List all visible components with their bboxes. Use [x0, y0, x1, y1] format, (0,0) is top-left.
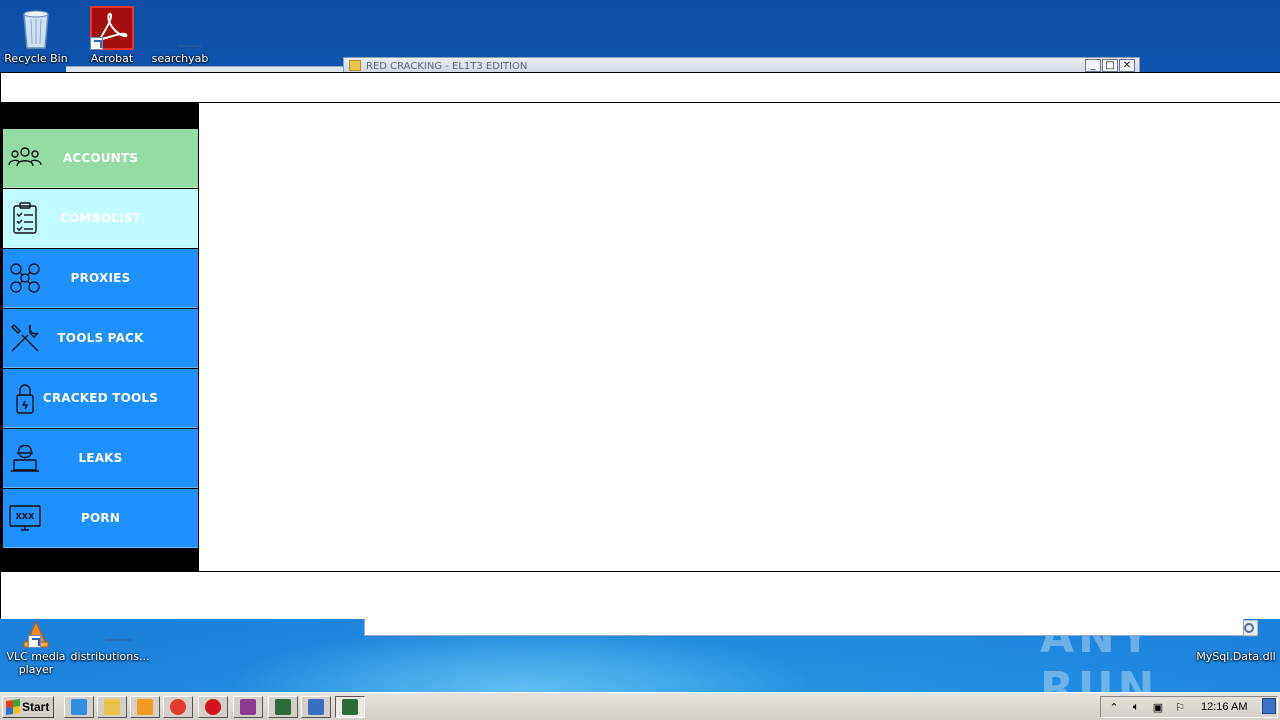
sidebar: ACCOUNTS COMBOLIST PROXIES TOOLS PACK CR… — [1, 103, 199, 571]
desktop-icon-distributions[interactable]: distributions... — [70, 620, 152, 663]
nav-item-combolist[interactable]: COMBOLIST — [3, 189, 198, 248]
recycle-bin-icon — [14, 6, 58, 50]
xxx-monitor-icon: XXX — [8, 501, 42, 535]
file-icon — [158, 6, 222, 50]
desktop-icon-recycle-bin[interactable]: Recycle Bin — [0, 6, 72, 65]
clock[interactable]: 12:16 AM — [1201, 701, 1247, 713]
taskbar-internet-explorer[interactable] — [64, 696, 94, 718]
nav-item-leaks[interactable]: LEAKS — [3, 429, 198, 488]
nav-item-accounts[interactable]: ACCOUNTS — [3, 129, 198, 188]
file-explorer-icon — [104, 699, 120, 715]
desktop-icon-vlc[interactable]: VLC media player — [0, 620, 72, 676]
vlc-cone-icon — [14, 620, 58, 648]
background-window-bottom — [364, 618, 1244, 636]
taskbar-opera[interactable] — [198, 696, 228, 718]
maximize-button[interactable]: □ — [1102, 59, 1118, 72]
start-label: Start — [22, 700, 50, 714]
taskbar-app-bug[interactable] — [268, 696, 298, 718]
acrobat-icon — [90, 6, 134, 50]
chrome-icon — [170, 699, 186, 715]
hacker-laptop-icon — [8, 441, 42, 475]
app-header — [1, 73, 1280, 103]
minimize-button[interactable]: _ — [1085, 59, 1101, 72]
network-nodes-icon — [8, 261, 42, 295]
app-bug-icon — [342, 699, 358, 715]
app-window: ACCOUNTS COMBOLIST PROXIES TOOLS PACK CR… — [0, 72, 1280, 619]
desktop-icon-label: distributions... — [70, 650, 150, 663]
windows-logo-icon — [6, 699, 20, 715]
taskbar-media-player[interactable] — [130, 696, 160, 718]
taskbar-window-app[interactable] — [301, 696, 331, 718]
wrench-screwdriver-icon — [8, 321, 42, 355]
window-title: RED CRACKING - EL1T3 EDITION — [366, 61, 528, 72]
padlock-icon — [8, 381, 42, 415]
nav-item-label: PROXIES — [70, 271, 131, 285]
desktop-icon-label: searchyab — [151, 52, 209, 65]
file-icon — [88, 620, 152, 648]
desktop-icon-label: Acrobat — [90, 52, 134, 65]
internet-explorer-icon — [71, 699, 87, 715]
nav-item-label: ACCOUNTS — [62, 151, 139, 165]
shortcut-arrow-icon — [90, 37, 103, 50]
close-button[interactable]: ✕ — [1119, 59, 1135, 72]
desktop-icon-label: VLC media player — [6, 650, 66, 676]
desktop-icon-label: Recycle Bin — [4, 52, 68, 65]
app-footer — [1, 571, 1280, 619]
window-app-icon — [308, 699, 324, 715]
nav-item-label: COMBOLIST — [59, 211, 142, 225]
svg-text:XXX: XXX — [15, 512, 35, 521]
nav-item-proxies[interactable]: PROXIES — [3, 249, 198, 308]
users-group-icon — [8, 141, 42, 175]
nav-item-tools-pack[interactable]: TOOLS PACK — [3, 309, 198, 368]
show-hidden-icons-chevron-icon[interactable]: ⌃ — [1107, 700, 1121, 714]
nav-item-label: PORN — [80, 511, 121, 525]
nav-item-porn[interactable]: XXX PORN — [3, 489, 198, 548]
opera-icon — [205, 699, 221, 715]
start-button[interactable]: Start — [2, 696, 54, 718]
network-icon[interactable]: ▣ — [1151, 700, 1165, 714]
shortcut-arrow-icon — [28, 635, 41, 648]
taskbar-chrome[interactable] — [163, 696, 193, 718]
clipboard-checklist-icon — [8, 201, 42, 235]
media-player-icon — [137, 699, 153, 715]
taskbar: Start ⌃ 🔈︎ ▣ ⚐ 12:16 AM — [0, 692, 1280, 720]
desktop-icon-searchyab[interactable]: searchyab — [144, 6, 222, 65]
taskbar-app-bug-active[interactable] — [335, 696, 365, 718]
nav-item-label: LEAKS — [78, 451, 123, 465]
background-window-titlebar[interactable]: RED CRACKING - EL1T3 EDITION _ □ ✕ — [343, 57, 1140, 73]
desktop-icon-acrobat[interactable]: Acrobat — [76, 6, 148, 65]
winrar-icon — [240, 699, 256, 715]
taskbar-file-explorer[interactable] — [97, 696, 127, 718]
nav-item-cracked-tools[interactable]: CRACKED TOOLS — [3, 369, 198, 428]
show-desktop-button[interactable] — [1262, 698, 1276, 714]
nav-item-label: TOOLS PACK — [57, 331, 144, 345]
nav-item-label: CRACKED TOOLS — [42, 391, 159, 405]
window-app-icon — [349, 60, 361, 71]
volume-icon[interactable]: 🔈︎ — [1129, 700, 1143, 714]
action-center-flag-icon[interactable]: ⚐ — [1173, 700, 1187, 714]
app-bug-icon — [275, 699, 291, 715]
taskbar-winrar[interactable] — [233, 696, 263, 718]
content-area — [199, 103, 1280, 571]
system-tray: ⌃ 🔈︎ ▣ ⚐ 12:16 AM — [1100, 696, 1278, 718]
